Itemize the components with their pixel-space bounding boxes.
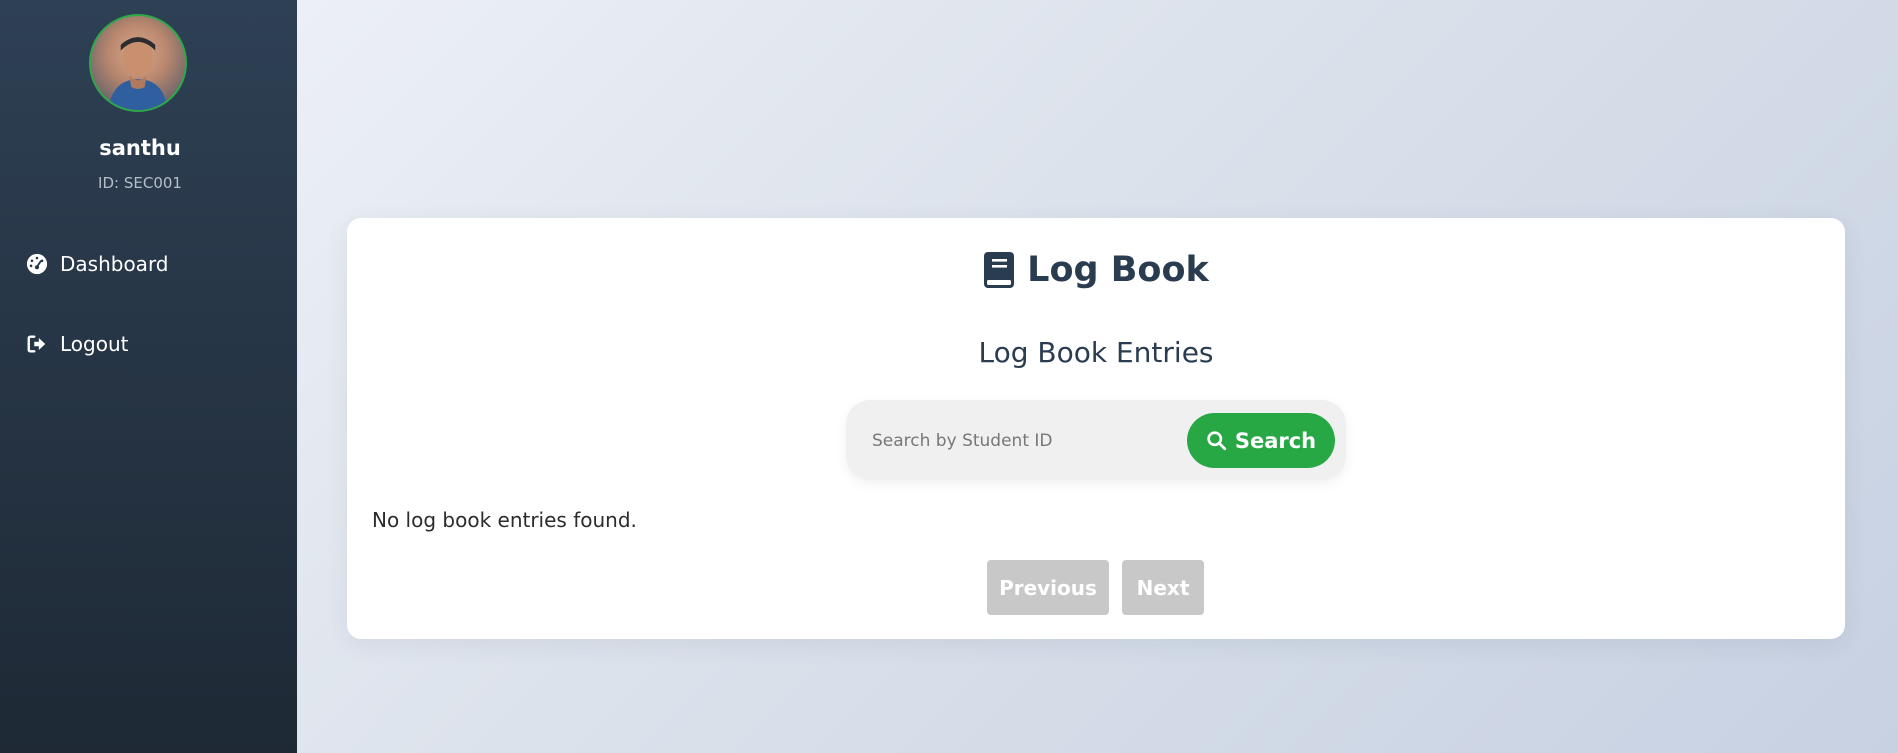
user-photo-icon (108, 37, 168, 110)
search-button[interactable]: Search (1187, 413, 1335, 468)
sidebar-item-label: Dashboard (60, 252, 169, 276)
search-bar: Search (846, 400, 1346, 480)
sidebar: santhu ID: SEC001 Dashboard Logout (0, 0, 297, 753)
user-name: santhu (99, 136, 181, 160)
section-subtitle: Log Book Entries (978, 336, 1214, 369)
logbook-card: Log Book Log Book Entries Search No log … (347, 218, 1845, 639)
search-icon (1207, 431, 1227, 451)
sidebar-item-logout[interactable]: Logout (26, 328, 128, 360)
search-button-label: Search (1234, 428, 1317, 453)
page-title: Log Book (347, 246, 1845, 294)
avatar (89, 14, 187, 112)
book-icon (984, 252, 1015, 288)
search-input[interactable] (870, 420, 1174, 462)
previous-button[interactable]: Previous (987, 560, 1109, 615)
user-id: ID: SEC001 (98, 174, 182, 192)
sidebar-item-dashboard[interactable]: Dashboard (26, 248, 169, 280)
next-button[interactable]: Next (1122, 560, 1204, 615)
dashboard-gauge-icon (26, 253, 48, 275)
empty-state-message: No log book entries found. (372, 508, 637, 532)
page-title-text: Log Book (1027, 250, 1209, 290)
sidebar-item-label: Logout (60, 332, 129, 356)
logout-icon (27, 335, 46, 353)
